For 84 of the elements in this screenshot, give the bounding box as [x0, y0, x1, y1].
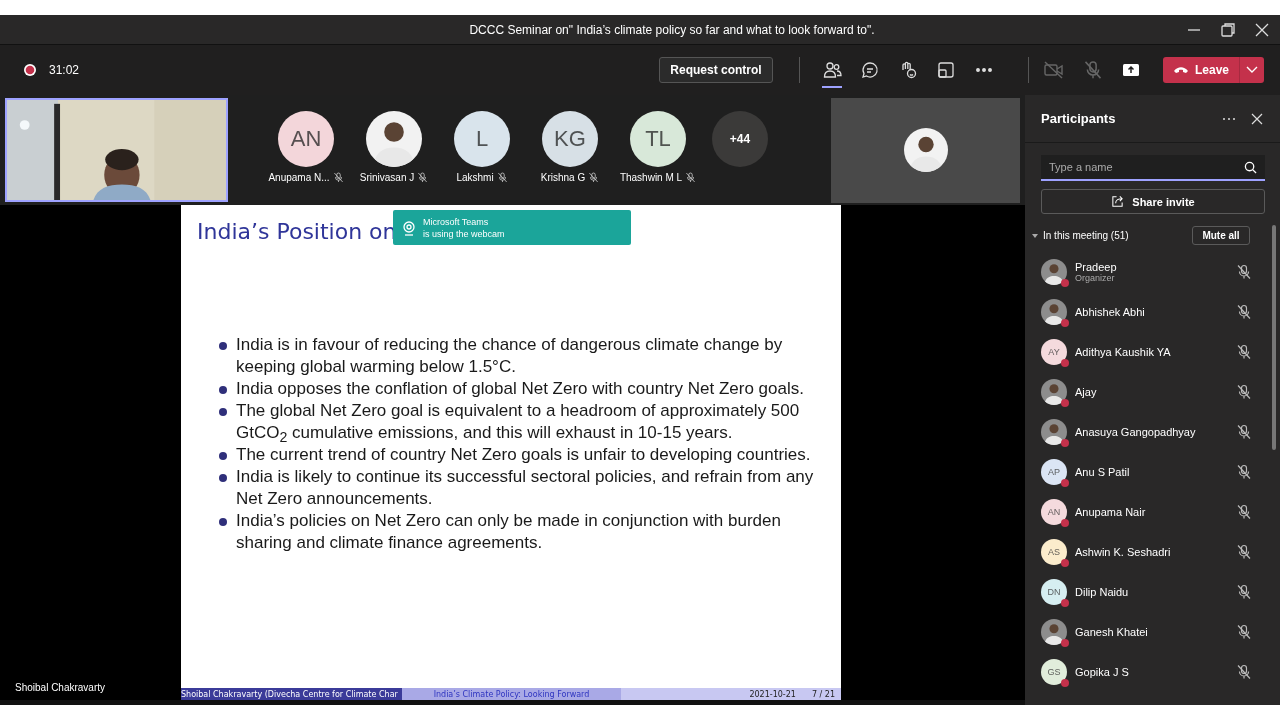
footer-title: India’s Climate Policy: Looking Forward: [433, 689, 590, 699]
initials-avatar: KG: [542, 111, 598, 167]
participant-name: Lakshmi: [456, 172, 494, 183]
search-field[interactable]: Type a name: [1041, 155, 1265, 181]
toast-title: Microsoft Teams: [423, 215, 490, 228]
participant-name: Ajay: [1075, 386, 1098, 398]
bullet-icon: [219, 474, 227, 482]
chat-icon[interactable]: [859, 60, 880, 80]
person-avatar: [903, 128, 948, 172]
participant-name: Gopika J S: [1075, 666, 1130, 678]
share-invite-button[interactable]: Share invite: [1041, 189, 1265, 214]
participant-name: Anasuya Gangopadhyay: [1075, 426, 1197, 438]
participant-row[interactable]: AY Adithya Kaushik YA: [1025, 332, 1280, 372]
bullet-text: India’s policies on Net Zero can only be made in conjunction with burden sharing and climate finance agreements.: [236, 510, 782, 554]
scrollbar[interactable]: [1272, 225, 1276, 450]
person-avatar: [1041, 259, 1067, 285]
bullet-icon: [219, 342, 227, 350]
person-avatar: [1041, 299, 1067, 325]
participant-row[interactable]: Ganesh Khatei: [1025, 612, 1280, 652]
request-control-button[interactable]: Request control: [658, 57, 773, 83]
bullet-text: The current trend of country Net Zero goals is unfair to developing countries.: [236, 444, 811, 466]
participant-row[interactable]: Pradeep Organizer: [1025, 252, 1280, 292]
initials-avatar: DN: [1041, 579, 1067, 605]
initials-avatar: AN: [1041, 499, 1067, 525]
camera-off-icon[interactable]: [1042, 60, 1065, 80]
caret-down-icon[interactable]: [1031, 231, 1039, 240]
footer-date: 2021-10-21: [749, 689, 796, 699]
participant-row[interactable]: AS Ashwin K. Seshadri: [1025, 532, 1280, 572]
participant-name: Srinivasan J: [359, 172, 415, 183]
panel-title: Participants: [1041, 111, 1117, 126]
bullet-text: India is in favour of reducing the chance of dangerous climate change by keeping global warming below 1.5°C.: [236, 334, 784, 378]
participant-row[interactable]: DN Dilip Naidu: [1025, 572, 1280, 612]
phone-icon: [1172, 65, 1189, 75]
participant-name: Pradeep: [1075, 261, 1118, 273]
initials-avatar: AN: [278, 111, 334, 167]
participant-name: Anupama Nair: [1075, 506, 1147, 518]
participant-row[interactable]: Ajay: [1025, 372, 1280, 412]
share-icon: [1111, 195, 1125, 208]
participant-role: Organizer: [1075, 273, 1115, 283]
mute-all-button[interactable]: Mute all: [1192, 226, 1250, 245]
footer-author: Shoibal Chakravarty (Divecha Centre for Climate Char: [181, 689, 398, 699]
participant-row[interactable]: Anasuya Gangopadhyay: [1025, 412, 1280, 452]
webcam-icon: [401, 219, 417, 236]
participant-name: Anupama N...: [268, 172, 330, 183]
page-number: 7 / 21: [811, 689, 835, 699]
meeting-timer: 31:02: [49, 63, 80, 77]
bullet-icon: [219, 386, 227, 394]
initials-avatar: AY: [1041, 339, 1067, 365]
bullet-text: The global Net Zero goal is equivalent to a headroom of approximately 500 GtCO$_{2}$ cumulative emissions, and this will exhaust in 10-15 years.: [236, 400, 801, 444]
person-avatar: [366, 111, 422, 167]
person-avatar: [1041, 619, 1067, 645]
participant-name: Krishna G: [540, 172, 586, 183]
initials-avatar: L: [454, 111, 510, 167]
close-icon[interactable]: [1250, 111, 1264, 126]
rooms-icon[interactable]: [935, 60, 956, 80]
person-avatar: [1041, 379, 1067, 405]
bullet-icon: [219, 518, 227, 526]
window-title: DCCC Seminar on" India’s climate policy so far and what to look forward to".: [468, 22, 876, 37]
participant-name: Anu S Patil: [1075, 466, 1131, 478]
presenter-name: Shoibal Chakravarty: [15, 682, 106, 693]
participant-name: Abhishek Abhi: [1075, 306, 1146, 318]
bullet-text: India is likely to continue its successful sectoral policies, and refrain from any Net Zero announcements.: [236, 466, 815, 510]
person-avatar: [1041, 419, 1067, 445]
bullet-icon: [219, 452, 227, 460]
participant-row[interactable]: Abhishek Abhi: [1025, 292, 1280, 332]
participant-name: Thashwin M L: [619, 172, 683, 183]
participant-name: Ashwin K. Seshadri: [1075, 546, 1172, 558]
participant-name: Dilip Naidu: [1075, 586, 1130, 598]
participant-name: Adithya Kaushik YA: [1075, 346, 1172, 358]
initials-avatar: AS: [1041, 539, 1067, 565]
bullet-text: India opposes the conflation of global Net Zero with country Net Zero goals.: [236, 378, 804, 400]
participant-name: Ganesh Khatei: [1075, 626, 1149, 638]
overflow-count[interactable]: +44: [712, 111, 768, 167]
people-icon[interactable]: [821, 60, 842, 80]
toast-message: is using the webcam: [423, 227, 505, 240]
search-icon: [1244, 161, 1257, 174]
participant-row[interactable]: GS Gopika J S: [1025, 652, 1280, 692]
initials-avatar: AP: [1041, 459, 1067, 485]
section-label[interactable]: In this meeting (51): [1043, 230, 1188, 241]
bullet-icon: [219, 408, 227, 416]
initials-avatar: TL: [630, 111, 686, 167]
participant-row[interactable]: AN Anupama Nair: [1025, 492, 1280, 532]
participant-row[interactable]: AP Anu S Patil: [1025, 452, 1280, 492]
initials-avatar: GS: [1041, 659, 1067, 685]
